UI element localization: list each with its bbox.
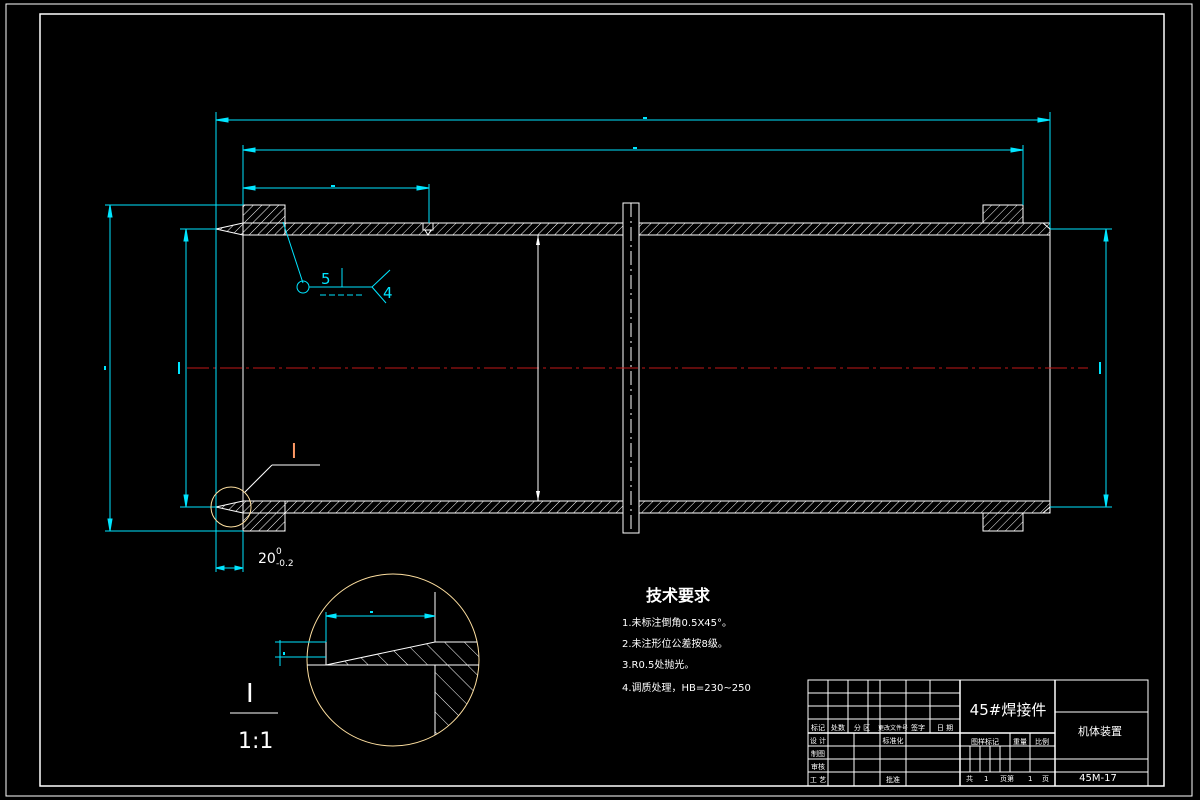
sheets-total-label: 共 xyxy=(966,774,973,783)
tech-req-title: 技术要求 xyxy=(646,586,711,605)
tech-req-item-1: 1.未标注倒角0.5X45°。 xyxy=(622,616,732,629)
outer-border xyxy=(5,3,1193,797)
header-count: 处数 xyxy=(831,723,845,732)
header-sign: 签字 xyxy=(911,723,925,732)
sheets-sheet-label: 页第 xyxy=(1000,774,1014,783)
part-name: 45#焊接件 xyxy=(970,701,1047,719)
flange-left-top xyxy=(242,204,286,224)
drawing-number: 45M-17 xyxy=(1079,773,1117,784)
flange-right-bottom xyxy=(982,512,1024,532)
sheets-sheet: 1 xyxy=(1028,775,1032,783)
cad-drawing: 5 4 I 20 0 -0.2 I 1:1 技术要求 1.未标注倒角0.5X45… xyxy=(5,3,1193,797)
standardization-label: 标准化 xyxy=(883,736,904,745)
stage-mark-label: 图样标记 xyxy=(971,737,999,746)
weld-number-left: 5 xyxy=(321,270,331,288)
detail-callout-label: I xyxy=(291,439,297,463)
weight-label: 重量 xyxy=(1013,738,1027,746)
tolerance-upper: 0 xyxy=(276,547,282,557)
header-change-doc: 更改文件号 xyxy=(878,724,908,732)
assembly-name: 机体装置 xyxy=(1078,724,1122,738)
technical-requirements: 技术要求 1.未标注倒角0.5X45°。 2.未注形位公差按8级。 3.R0.5… xyxy=(622,586,751,694)
detail-view: I 1:1 xyxy=(230,573,480,754)
approve-label: 批准 xyxy=(886,775,900,784)
tolerance-lower: -0.2 xyxy=(276,559,294,569)
flange-right-top xyxy=(982,204,1024,224)
tech-req-item-3: 3.R0.5处抛光。 xyxy=(622,658,694,671)
row-review: 审核 xyxy=(811,762,825,771)
scale-label: 比例 xyxy=(1035,737,1049,746)
tolerance-nominal: 20 xyxy=(258,551,276,567)
tech-req-item-2: 2.未注形位公差按8级。 xyxy=(622,637,728,650)
header-date: 日 期 xyxy=(937,724,953,732)
sheets-total: 1 xyxy=(984,775,988,783)
detail-view-label: I xyxy=(246,679,254,709)
sheets-page-label: 页 xyxy=(1042,775,1049,783)
tech-req-item-4: 4.调质处理，HB=230~250 xyxy=(622,682,751,694)
row-drawing: 制图 xyxy=(811,749,825,758)
detail-view-scale: 1:1 xyxy=(238,729,273,754)
tube-wall-top xyxy=(284,222,1051,236)
tolerance-annotation: 20 0 -0.2 xyxy=(258,547,294,569)
row-design: 设 计 xyxy=(810,736,826,745)
row-process: 工 艺 xyxy=(810,776,826,784)
tube-wall-bottom xyxy=(284,500,1051,514)
weld-number-right: 4 xyxy=(383,284,393,302)
header-zone: 分 区 xyxy=(854,723,870,732)
header-mark: 标记 xyxy=(811,723,825,732)
inner-border xyxy=(39,13,1165,787)
